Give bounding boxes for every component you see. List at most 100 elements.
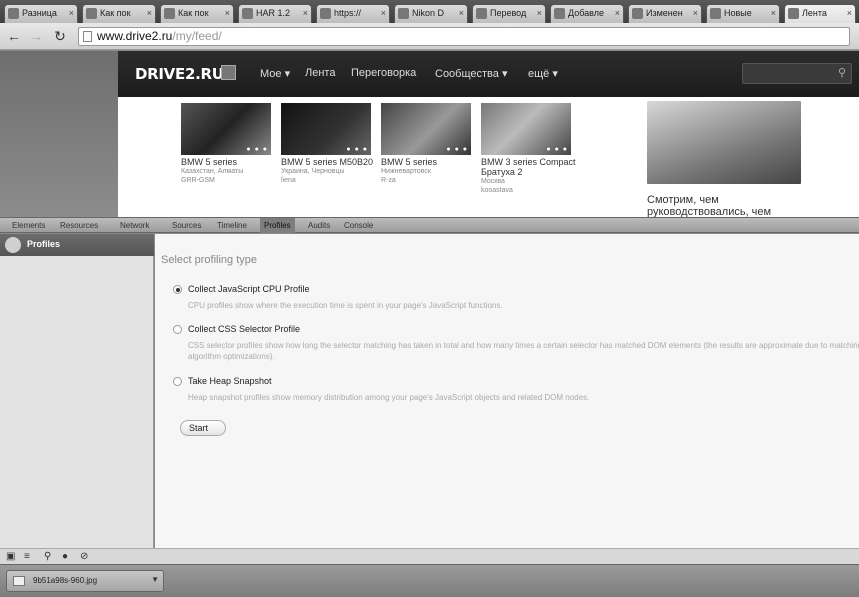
promo-block[interactable]: Смотрим, чем руководствовались, чем xyxy=(647,101,801,217)
browser-tab[interactable]: https://× xyxy=(316,4,390,23)
panel-heading: Select profiling type xyxy=(161,254,257,266)
search-icon[interactable]: ⚲ xyxy=(838,66,846,79)
notification-icon[interactable] xyxy=(221,65,236,80)
search-icon[interactable]: ⚲ xyxy=(44,550,51,564)
option-label[interactable]: Collect JavaScript CPU Profile xyxy=(188,284,310,294)
car-thumbnail[interactable]: ● ● ● xyxy=(381,103,471,155)
car-title[interactable]: BMW 5 series xyxy=(381,157,476,167)
option-label[interactable]: Collect CSS Selector Profile xyxy=(188,324,300,334)
heap-snapshot-radio[interactable] xyxy=(173,377,182,386)
start-button[interactable]: Start xyxy=(180,420,226,436)
close-tab-icon[interactable]: × xyxy=(693,5,698,22)
page-favicon-icon xyxy=(554,8,565,19)
close-tab-icon[interactable]: × xyxy=(147,5,152,22)
nav-talk[interactable]: Переговорка xyxy=(351,67,416,79)
car-location: Украина, Черновцы xyxy=(281,168,345,175)
page-left-margin xyxy=(0,51,118,217)
devtools-tab-profiles[interactable]: Profiles xyxy=(260,218,295,233)
photo-dots: ● ● ● xyxy=(346,146,368,153)
close-tab-icon[interactable]: × xyxy=(537,5,542,22)
download-shelf: 9b51a98s-960.jpg ▼ xyxy=(0,564,859,597)
page-favicon-icon xyxy=(476,8,487,19)
devtools-tab-console[interactable]: Console xyxy=(340,218,377,233)
url-path: /my/feed/ xyxy=(172,29,222,43)
image-file-icon xyxy=(13,576,25,586)
browser-tab[interactable]: HAR 1.2 × xyxy=(238,4,312,23)
photo-dots: ● ● ● xyxy=(446,146,468,153)
record-icon[interactable]: ● xyxy=(62,550,68,564)
option-label[interactable]: Take Heap Snapshot xyxy=(188,376,272,386)
car-owner[interactable]: GRR-GSM xyxy=(181,176,276,185)
close-tab-icon[interactable]: × xyxy=(69,5,74,22)
browser-tab[interactable]: Изменен × xyxy=(628,4,702,23)
browser-tab-active[interactable]: Лента × xyxy=(784,4,856,23)
browser-tab[interactable]: Разница × xyxy=(4,4,78,23)
close-tab-icon[interactable]: × xyxy=(381,5,386,22)
close-tab-icon[interactable]: × xyxy=(847,5,852,22)
car-card[interactable]: ● ● ● BMW 5 series Казахстан, Алматы GRR… xyxy=(181,103,276,185)
page-favicon-icon xyxy=(86,8,97,19)
close-tab-icon[interactable]: × xyxy=(225,5,230,22)
cpu-profile-radio[interactable] xyxy=(173,285,182,294)
download-item[interactable]: 9b51a98s-960.jpg ▼ xyxy=(6,570,164,592)
page-favicon-icon xyxy=(788,8,799,19)
devtools-tab-timeline[interactable]: Timeline xyxy=(213,218,251,233)
dock-icon[interactable]: ▣ xyxy=(6,550,15,564)
browser-tab[interactable]: Nikon D × xyxy=(394,4,468,23)
sidebar-item-label: Profiles xyxy=(27,239,61,249)
promo-text[interactable]: Смотрим, чем руководствовались, чем xyxy=(647,194,801,217)
profiles-sidebar: Profiles xyxy=(0,234,154,564)
close-tab-icon[interactable]: × xyxy=(303,5,308,22)
nav-my[interactable]: Мое ▾ xyxy=(260,67,290,80)
option-description: CSS selector profiles show how long the … xyxy=(188,341,859,361)
devtools-tab-network[interactable]: Network xyxy=(116,218,153,233)
promo-image[interactable] xyxy=(647,101,801,184)
address-bar[interactable]: www.drive2.ru/my/feed/ xyxy=(78,27,850,46)
car-thumbnail[interactable]: ● ● ● xyxy=(281,103,371,155)
browser-tab[interactable]: Как пок × xyxy=(82,4,156,23)
nav-feed[interactable]: Лента xyxy=(305,67,335,79)
console-drawer-icon[interactable]: ≡ xyxy=(24,550,30,564)
clear-icon[interactable]: ⊘ xyxy=(80,550,88,564)
nav-communities[interactable]: Сообщества ▾ xyxy=(435,67,507,80)
car-title[interactable]: BMW 5 series xyxy=(181,157,276,167)
car-owner[interactable]: liena xyxy=(281,176,376,185)
car-owner[interactable]: kooastava xyxy=(481,186,576,195)
close-tab-icon[interactable]: × xyxy=(771,5,776,22)
download-filename[interactable]: 9b51a98s-960.jpg xyxy=(33,576,97,585)
back-arrow-icon[interactable]: ← xyxy=(6,28,22,44)
car-title[interactable]: BMW 3 series Compact Братуха 2 xyxy=(481,157,576,177)
site-logo[interactable]: DRIVE2.RU xyxy=(135,65,224,83)
close-tab-icon[interactable]: × xyxy=(615,5,620,22)
page-favicon-icon xyxy=(320,8,331,19)
car-card[interactable]: ● ● ● BMW 5 series Нижневартовск R-za xyxy=(381,103,476,185)
car-thumbnail[interactable]: ● ● ● xyxy=(481,103,571,155)
car-card[interactable]: ● ● ● BMW 5 series M50B20 Украина, Черно… xyxy=(281,103,376,185)
browser-tab[interactable]: Как пок × xyxy=(160,4,234,23)
close-tab-icon[interactable]: × xyxy=(459,5,464,22)
devtools-tab-resources[interactable]: Resources xyxy=(56,218,102,233)
page-favicon-icon xyxy=(8,8,19,19)
devtools-tab-bar: Elements Resources Network Sources Timel… xyxy=(0,217,859,233)
car-owner[interactable]: R-za xyxy=(381,176,476,185)
css-profile-radio[interactable] xyxy=(173,325,182,334)
reload-icon[interactable]: ↻ xyxy=(52,28,68,44)
car-title[interactable]: BMW 5 series M50B20 xyxy=(281,157,376,167)
sidebar-item-profiles[interactable]: Profiles xyxy=(0,234,154,256)
nav-more[interactable]: ещё ▾ xyxy=(528,67,558,80)
devtools-tab-elements[interactable]: Elements xyxy=(8,218,49,233)
car-card[interactable]: ● ● ● BMW 3 series Compact Братуха 2 Мос… xyxy=(481,103,576,195)
page-favicon-icon xyxy=(164,8,175,19)
browser-tab[interactable]: Перевод × xyxy=(472,4,546,23)
page-favicon-icon xyxy=(632,8,643,19)
devtools-tab-audits[interactable]: Audits xyxy=(304,218,334,233)
car-thumbnail[interactable]: ● ● ● xyxy=(181,103,271,155)
forward-arrow-icon[interactable]: → xyxy=(28,28,44,44)
option-description: Heap snapshot profiles show memory distr… xyxy=(188,393,590,402)
site-search-input[interactable]: ⚲ xyxy=(742,63,852,84)
devtools-tab-sources[interactable]: Sources xyxy=(168,218,205,233)
chevron-down-icon[interactable]: ▼ xyxy=(151,575,159,584)
browser-toolbar: ← → ↻ www.drive2.ru/my/feed/ xyxy=(0,23,859,50)
browser-tab[interactable]: Новые × xyxy=(706,4,780,23)
browser-tab[interactable]: Добавле × xyxy=(550,4,624,23)
